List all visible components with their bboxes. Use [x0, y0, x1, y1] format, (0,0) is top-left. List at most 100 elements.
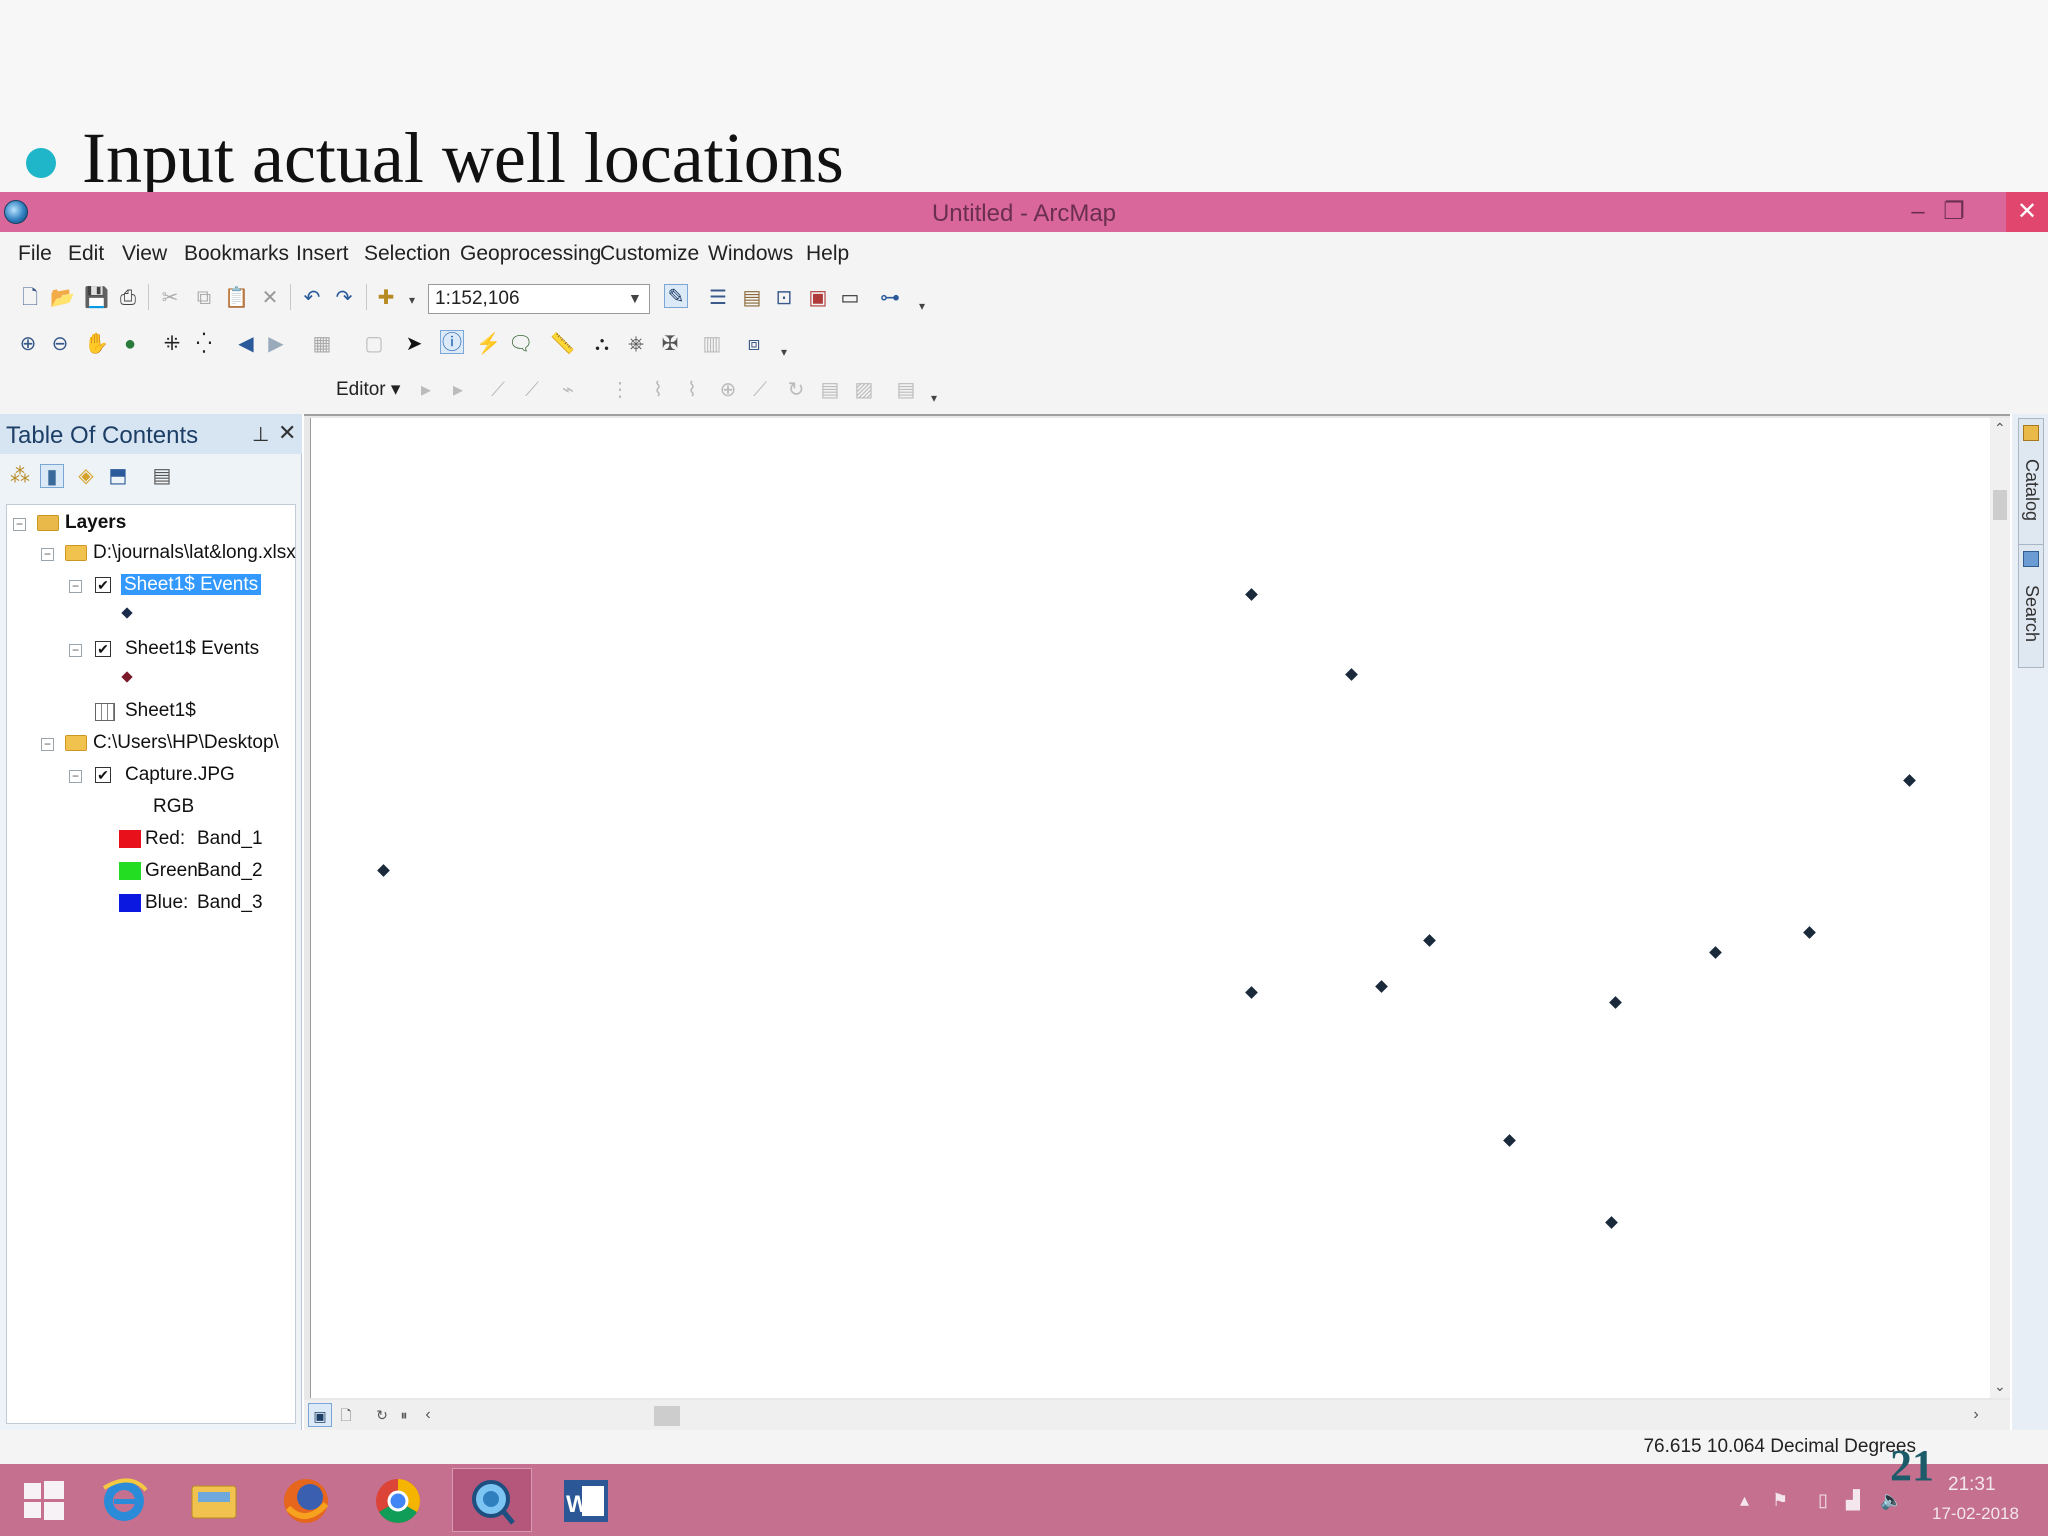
rotate-icon[interactable]: ⟋	[748, 378, 772, 402]
collapse-layers-icon[interactable]: −	[13, 518, 26, 531]
delete-icon[interactable]: ✕	[258, 286, 282, 310]
fixed-zoom-out-icon[interactable]: ⁛	[192, 332, 216, 356]
reshape-icon[interactable]: ⌇	[646, 378, 670, 402]
source2-label[interactable]: C:\Users\HP\Desktop\	[93, 729, 279, 757]
split-icon[interactable]: ⊕	[716, 378, 740, 402]
point-symbol-icon[interactable]	[121, 607, 133, 619]
scale-dropdown-icon[interactable]: ▼	[628, 290, 642, 306]
arcmap-taskbar-button[interactable]	[452, 1468, 532, 1532]
well-point[interactable]	[1345, 668, 1358, 681]
refresh-icon[interactable]: ↻	[370, 1403, 394, 1427]
save-icon[interactable]: 💾	[84, 286, 109, 310]
arctoolbox-icon[interactable]: ▣	[806, 286, 830, 310]
editor-menu[interactable]: Editor ▾	[336, 378, 400, 401]
find-route-icon[interactable]: ⎈	[624, 332, 648, 356]
volume-icon[interactable]: 🔈	[1880, 1490, 1902, 1511]
list-by-selection-icon[interactable]: ⬒	[106, 464, 130, 488]
new-document-icon[interactable]: 🗋	[18, 286, 42, 310]
close-button[interactable]: ✕	[2006, 192, 2048, 232]
toolbar-options-icon[interactable]: ▾	[772, 340, 796, 364]
pause-drawing-icon[interactable]: ⏸	[392, 1403, 416, 1427]
menu-customize[interactable]: Customize	[600, 242, 699, 266]
pan-icon[interactable]: ✋	[84, 332, 109, 356]
menu-bookmarks[interactable]: Bookmarks	[184, 242, 289, 266]
firefox-button[interactable]	[266, 1468, 346, 1532]
identify-icon[interactable]: ⓘ	[440, 330, 464, 354]
clock-time[interactable]: 21:31	[1948, 1474, 1996, 1496]
well-point[interactable]	[1503, 1134, 1516, 1147]
word-button[interactable]: W	[546, 1468, 626, 1532]
raster-label[interactable]: Capture.JPG	[125, 761, 235, 789]
print-icon[interactable]: ⎙	[116, 286, 140, 310]
event-layer1-checkbox[interactable]: ✔	[95, 577, 111, 593]
well-point[interactable]	[1245, 588, 1258, 601]
event-layer2-label[interactable]: Sheet1$ Events	[125, 635, 259, 663]
straight-segment-icon[interactable]: ⟋	[486, 378, 510, 402]
back-extent-icon[interactable]: ◀	[234, 332, 258, 356]
restore-button[interactable]: ❐	[1936, 192, 1972, 232]
editor-options-icon[interactable]: ▤	[894, 378, 918, 402]
clock-date[interactable]: 17-02-2018	[1932, 1504, 2019, 1524]
select-features-icon[interactable]: ▦	[310, 332, 334, 356]
show-hidden-icons[interactable]: ▴	[1740, 1490, 1749, 1511]
catalog-window-icon[interactable]: ▤	[740, 286, 764, 310]
forward-extent-icon[interactable]: ▶	[264, 332, 288, 356]
chrome-button[interactable]	[358, 1468, 438, 1532]
attributes-icon[interactable]: ↻	[784, 378, 808, 402]
menu-windows[interactable]: Windows	[708, 242, 793, 266]
well-point[interactable]	[1709, 946, 1722, 959]
search-tab[interactable]: Search	[2018, 544, 2044, 668]
list-by-source-icon[interactable]: ▮	[40, 464, 64, 488]
collapse-event-layer2-icon[interactable]: −	[69, 644, 82, 657]
end-point-arc-icon[interactable]: ⟋	[520, 378, 544, 402]
create-viewer-icon[interactable]: ⧈	[742, 332, 766, 356]
menu-insert[interactable]: Insert	[296, 242, 349, 266]
edit-annotation-icon[interactable]: ▸	[446, 378, 470, 402]
map-canvas[interactable]	[310, 418, 1990, 1398]
edit-tool-icon[interactable]: ▸	[414, 378, 438, 402]
toc-options-icon[interactable]: ▤	[150, 464, 174, 488]
collapse-source2-icon[interactable]: −	[41, 738, 54, 751]
toc-close-icon[interactable]: ✕	[278, 420, 296, 446]
well-point[interactable]	[1423, 934, 1436, 947]
data-view-icon[interactable]: ▣	[308, 1403, 332, 1427]
editor-toolbar-icon[interactable]: ✎	[664, 284, 688, 308]
well-point[interactable]	[1245, 986, 1258, 999]
go-to-xy-icon[interactable]: ✠	[658, 332, 682, 356]
toolbar-options-icon[interactable]: ▾	[922, 386, 946, 410]
well-point[interactable]	[1375, 980, 1388, 993]
red-swatch[interactable]	[119, 830, 141, 848]
scroll-left-icon[interactable]: ‹	[416, 1403, 440, 1427]
well-point[interactable]	[1609, 996, 1622, 1009]
file-explorer-button[interactable]	[174, 1468, 254, 1532]
window-title-bar[interactable]: Untitled - ArcMap ‒ ❐ ✕	[0, 192, 2048, 232]
model-builder-icon[interactable]: ⊶	[878, 286, 902, 310]
html-popup-icon[interactable]: 🗨	[508, 332, 533, 356]
raster-checkbox[interactable]: ✔	[95, 767, 111, 783]
well-point[interactable]	[1803, 926, 1816, 939]
table-of-contents-icon[interactable]: ☰	[706, 286, 730, 310]
event-layer1-label[interactable]: Sheet1$ Events	[121, 571, 262, 599]
hyperlink-icon[interactable]: ⚡	[476, 332, 501, 356]
create-features-icon[interactable]: ▨	[852, 378, 876, 402]
open-icon[interactable]: 📂	[50, 286, 75, 310]
vertical-scroll-thumb[interactable]	[1993, 490, 2007, 520]
scroll-down-icon[interactable]: ⌄	[1994, 1378, 2006, 1395]
time-slider-icon[interactable]: ▥	[700, 332, 724, 356]
layers-label[interactable]: Layers	[65, 509, 126, 537]
map-scale-input[interactable]: 1:152,106	[428, 284, 650, 314]
clear-selection-icon[interactable]: ▢	[362, 332, 386, 356]
menu-selection[interactable]: Selection	[364, 242, 450, 266]
well-point[interactable]	[1903, 774, 1916, 787]
network-icon[interactable]: ▟	[1846, 1490, 1860, 1511]
table-label[interactable]: Sheet1$	[125, 697, 196, 725]
action-center-icon[interactable]: ⚑	[1772, 1490, 1788, 1511]
measure-icon[interactable]: 📏	[550, 332, 575, 356]
collapse-source1-icon[interactable]: −	[41, 548, 54, 561]
add-data-dropdown-icon[interactable]: ▾	[400, 288, 424, 312]
trace-icon[interactable]: ⌁	[556, 378, 580, 402]
cut-icon[interactable]: ✂	[158, 286, 182, 310]
menu-help[interactable]: Help	[806, 242, 849, 266]
list-by-visibility-icon[interactable]: ◈	[74, 464, 98, 488]
menu-view[interactable]: View	[122, 242, 167, 266]
